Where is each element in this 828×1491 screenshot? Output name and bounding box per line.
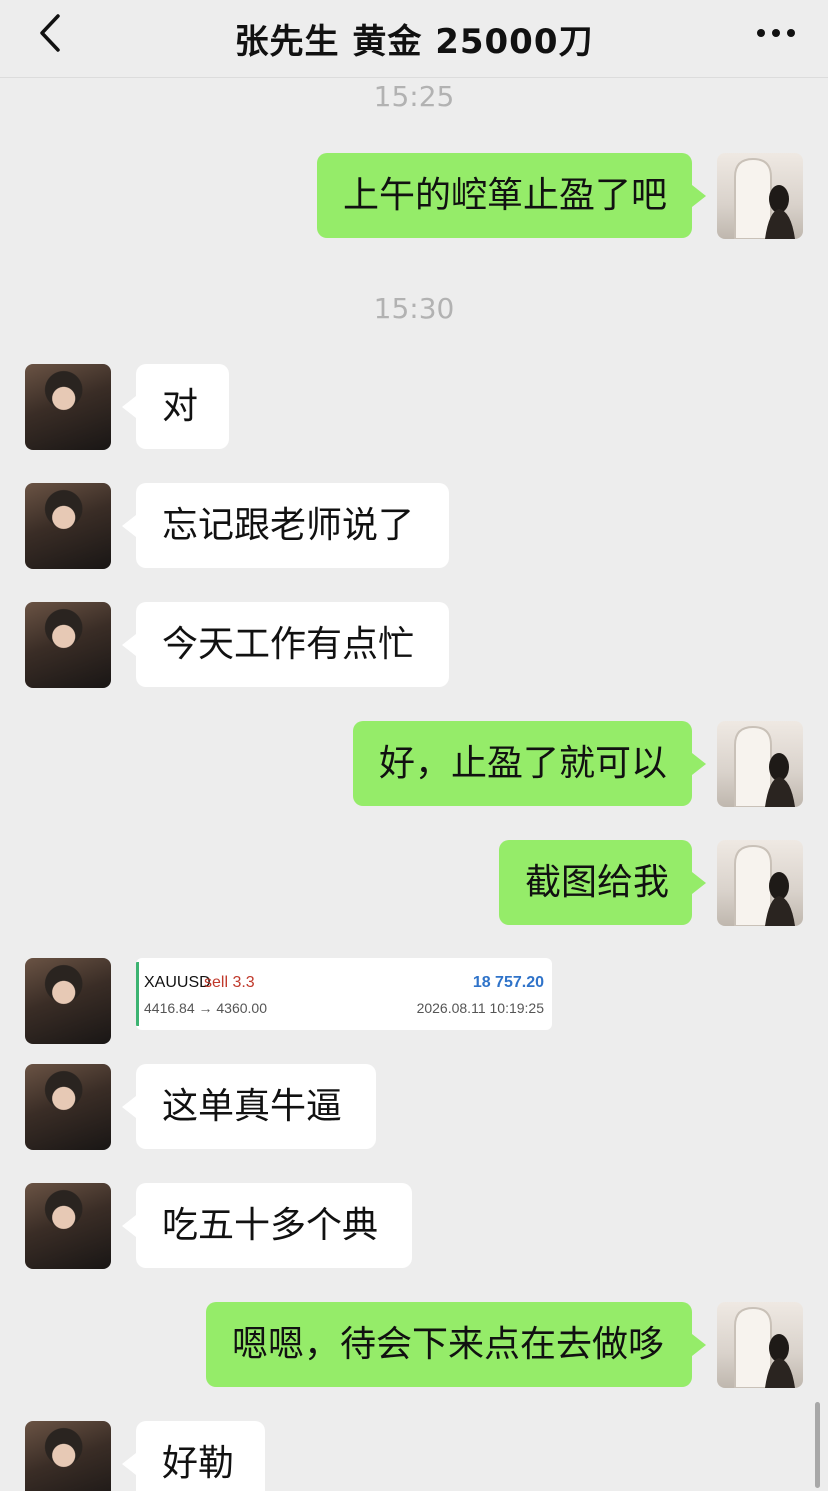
my-avatar[interactable] — [717, 721, 803, 807]
avatar-photo-icon — [734, 157, 795, 239]
chat-scrollbar[interactable] — [815, 1402, 820, 1488]
chat-header: 张先生 黄金 25000刀 — [0, 0, 828, 78]
sent-message-bubble[interactable]: 好，止盈了就可以 — [353, 721, 706, 806]
sent-message-bubble[interactable]: 嗯嗯，待会下来点在去做哆 — [206, 1302, 706, 1387]
received-message-bubble[interactable]: 这单真牛逼 — [122, 1064, 376, 1149]
contact-avatar[interactable] — [25, 1183, 111, 1269]
avatar-photo-icon — [734, 1306, 795, 1388]
received-message-bubble[interactable]: 忘记跟老师说了 — [122, 483, 449, 568]
trade-time: 2026.08.11 10:19:25 — [416, 1000, 544, 1016]
trade-screenshot-image[interactable]: XAUUSD sell 3.3 18 757.20 4416.84 → 4360… — [136, 958, 552, 1030]
sent-message-bubble[interactable]: 截图给我 — [499, 840, 706, 925]
contact-avatar[interactable] — [25, 958, 111, 1044]
my-avatar[interactable] — [717, 1302, 803, 1388]
received-message-bubble[interactable]: 对 — [122, 364, 229, 449]
contact-avatar[interactable] — [25, 602, 111, 688]
more-dots-icon — [757, 29, 795, 37]
contact-avatar[interactable] — [25, 1421, 111, 1491]
contact-avatar[interactable] — [25, 364, 111, 450]
chat-title: 张先生 黄金 25000刀 — [234, 22, 594, 62]
message-timestamp: 15:30 — [373, 292, 455, 325]
contact-avatar[interactable] — [25, 1064, 111, 1150]
more-button[interactable] — [754, 18, 798, 48]
received-message-bubble[interactable]: 吃五十多个典 — [122, 1183, 412, 1268]
card-accent-bar — [136, 962, 139, 1026]
my-avatar[interactable] — [717, 840, 803, 926]
sent-message-bubble[interactable]: 上午的崆箪止盈了吧 — [317, 153, 706, 238]
contact-avatar[interactable] — [25, 483, 111, 569]
received-message-bubble[interactable]: 好勒 — [122, 1421, 265, 1491]
avatar-photo-icon — [734, 725, 795, 807]
my-avatar[interactable] — [717, 153, 803, 239]
trade-profit: 18 757.20 — [472, 974, 544, 991]
avatar-photo-icon — [734, 844, 795, 926]
received-message-bubble[interactable]: 今天工作有点忙 — [122, 602, 449, 687]
trade-side: sell 3.3 — [204, 974, 255, 991]
trade-prices: 4416.84 → 4360.00 — [144, 1000, 267, 1016]
trade-symbol: XAUUSD — [144, 974, 211, 991]
message-timestamp: 15:25 — [373, 80, 455, 113]
